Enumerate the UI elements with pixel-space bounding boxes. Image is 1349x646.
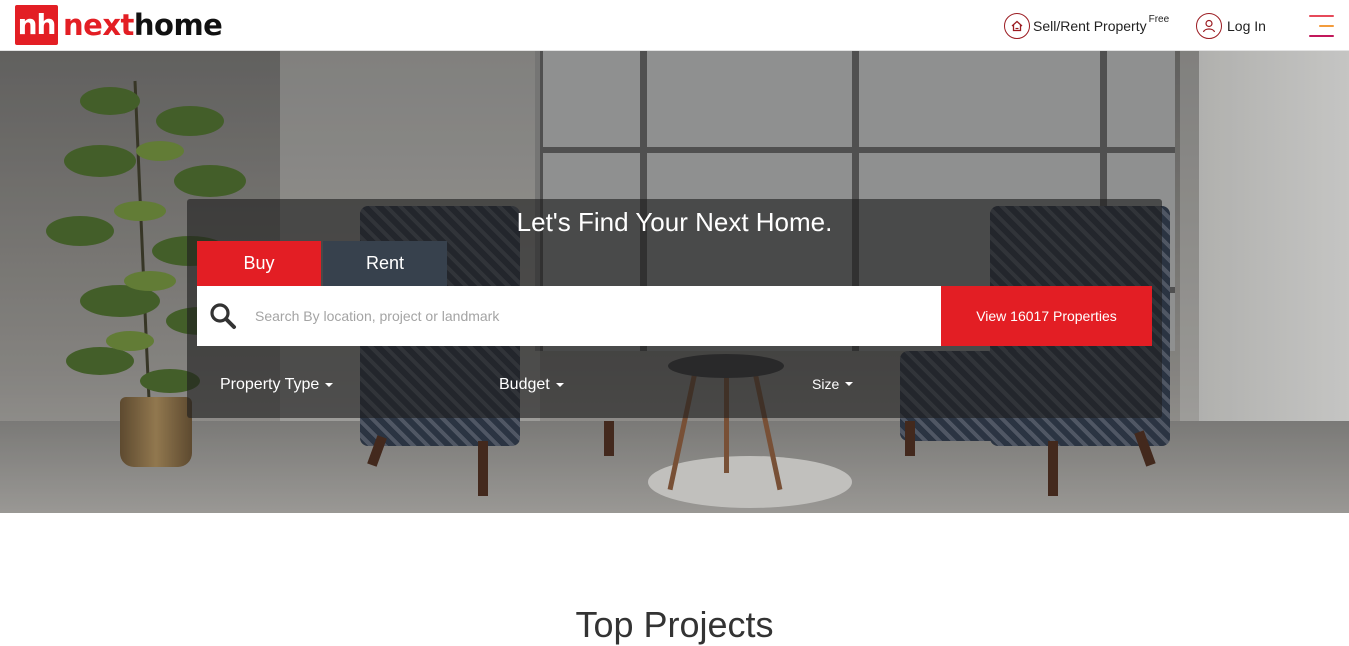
free-badge: Free (1148, 13, 1170, 25)
caret-down-icon (325, 383, 334, 387)
property-type-label: Property Type (220, 376, 320, 393)
tab-rent[interactable]: Rent (323, 241, 447, 286)
menu-line (1309, 15, 1334, 17)
logo-word-next: next (63, 8, 134, 42)
property-type-dropdown[interactable]: Property Type (220, 376, 334, 394)
hero-banner: Let's Find Your Next Home. Buy Rent View… (0, 51, 1349, 513)
user-circle-icon (1196, 13, 1222, 39)
hero-title: Let's Find Your Next Home. (516, 207, 833, 237)
logo-word-home: home (133, 8, 223, 42)
brand-logo[interactable]: nh nexthome (15, 5, 223, 45)
login-label: Log In (1227, 18, 1266, 34)
search-panel: Let's Find Your Next Home. Buy Rent View… (187, 199, 1162, 418)
size-dropdown[interactable]: Size (812, 376, 854, 392)
hamburger-menu-icon[interactable] (1309, 15, 1334, 37)
login-link[interactable]: Log In (1196, 13, 1266, 39)
tab-buy[interactable]: Buy (197, 241, 321, 286)
logo-wordmark: nexthome (63, 8, 223, 42)
sell-rent-property-link[interactable]: Sell/Rent Property Free (1004, 13, 1169, 39)
site-header: nh nexthome Sell/Rent Property Free Log … (0, 0, 1349, 51)
search-icon[interactable] (197, 286, 249, 346)
sell-rent-label: Sell/Rent Property (1033, 18, 1147, 34)
home-circle-icon (1004, 13, 1030, 39)
size-label: Size (812, 376, 840, 392)
view-properties-button[interactable]: View 16017 Properties (941, 286, 1152, 346)
top-projects-heading: Top Projects (575, 604, 774, 645)
logo-mark: nh (15, 5, 58, 45)
budget-dropdown[interactable]: Budget (499, 376, 564, 394)
caret-down-icon (845, 382, 854, 386)
menu-line (1309, 35, 1334, 37)
budget-label: Budget (499, 376, 550, 393)
search-bar: View 16017 Properties (197, 286, 1152, 346)
menu-line (1319, 25, 1334, 27)
search-input[interactable] (255, 286, 935, 346)
caret-down-icon (555, 383, 564, 387)
